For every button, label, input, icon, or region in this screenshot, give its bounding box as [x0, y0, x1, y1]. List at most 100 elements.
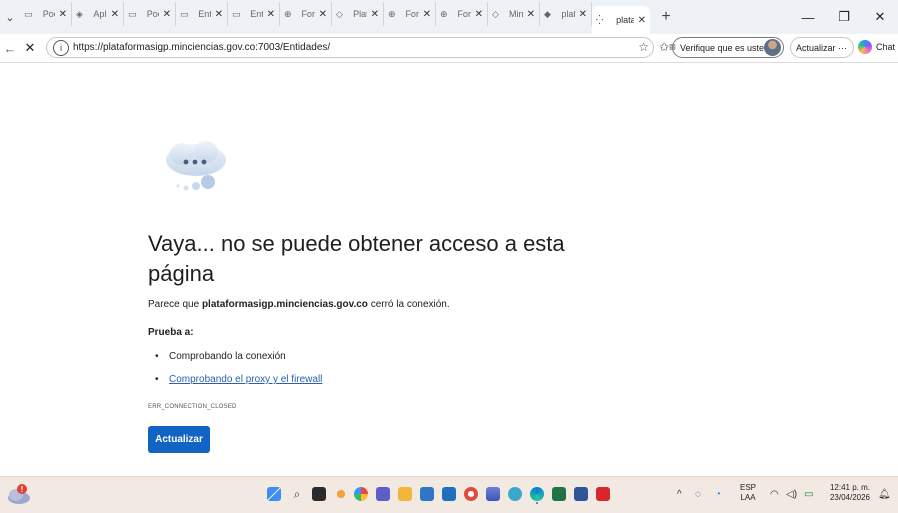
tab-actions-menu[interactable]: ⌄	[0, 11, 20, 24]
tab-1[interactable]: ◈app-iconAplic ✕	[72, 2, 124, 26]
excel-icon[interactable]	[552, 487, 566, 501]
tab-favicon-glyph: ⊕	[388, 8, 396, 19]
language-indicator[interactable]: ESP LAA	[740, 483, 756, 503]
tray-sync-icon[interactable]: ◔	[715, 489, 721, 500]
error-code: ERR_CONNECTION_CLOSED	[148, 404, 237, 410]
battery-icon[interactable]: ▭	[804, 489, 813, 500]
suggestion-check-connection: Comprobando la conexión	[169, 351, 286, 362]
favorite-star-icon[interactable]: ☆	[638, 40, 649, 54]
loading-icon: loading-icon	[603, 15, 613, 26]
tab-favicon: ⊕	[440, 9, 448, 20]
browser-icon[interactable]	[464, 487, 478, 501]
desc-host: plataformasigp.minciencias.gov.co	[201, 299, 368, 310]
wifi-icon[interactable]: ◠	[770, 489, 779, 500]
edge-icon[interactable]	[530, 487, 544, 501]
tab-favicon: ▭	[24, 9, 33, 20]
tab-favicon-glyph: ▭	[232, 8, 241, 19]
weather-alert-text: !	[21, 485, 24, 494]
store-icon[interactable]	[420, 487, 434, 501]
tab-close-icon[interactable]: ✕	[163, 9, 171, 20]
bullet: •	[155, 351, 159, 362]
widgets-icon[interactable]	[334, 487, 348, 501]
tab-close-icon[interactable]: ✕	[527, 9, 535, 20]
thinking-cloud-icon	[166, 141, 226, 191]
page-icon: page-icon	[241, 9, 248, 20]
address-bar[interactable]: i https://plataformasigp.minciencias.gov…	[46, 37, 654, 58]
mail-icon[interactable]	[486, 487, 500, 501]
word-icon[interactable]	[574, 487, 588, 501]
update-label: Actualizar ···	[796, 42, 848, 53]
volume-icon[interactable]: ◁)	[786, 489, 797, 500]
tab-close-icon[interactable]: ✕	[371, 9, 379, 20]
tab-8[interactable]: ⊕globe-iconForm ✕	[436, 2, 488, 26]
tab-0[interactable]: ▭page-iconPool ✕	[20, 2, 72, 26]
tab-5[interactable]: ⊕globe-iconForm ✕	[280, 2, 332, 26]
app-icon[interactable]	[508, 487, 522, 501]
acrobat-icon[interactable]	[596, 487, 610, 501]
clock[interactable]: 12:41 p. m. 23/04/2026	[822, 483, 870, 503]
tab-4[interactable]: ▭page-iconEntid ✕	[228, 2, 280, 26]
start-menu-icon[interactable]	[267, 487, 281, 501]
minimize-button[interactable]: —	[790, 0, 826, 34]
tab-favicon-glyph: ⊕	[284, 8, 292, 19]
tab-close-icon[interactable]: ✕	[319, 9, 327, 20]
teams-icon[interactable]	[376, 487, 390, 501]
globe-icon: globe-icon	[448, 9, 455, 20]
stop-loading-button[interactable]: ✕	[20, 40, 40, 56]
notifications-icon[interactable]: 🔔︎	[878, 489, 891, 500]
search-icon[interactable]: ⌕	[290, 487, 304, 501]
tray-app-icon[interactable]: ◌	[695, 489, 701, 500]
url-text[interactable]: https://plataformasigp.minciencias.gov.c…	[73, 42, 330, 53]
tab-title: plata	[561, 9, 574, 19]
try-label: Prueba a:	[148, 327, 194, 338]
tab-close-icon[interactable]: ✕	[215, 9, 223, 20]
page-icon: page-icon	[33, 9, 40, 20]
weather-widget-icon[interactable]: !	[6, 483, 32, 505]
tab-close-icon[interactable]: ✕	[111, 9, 119, 20]
tab-title: Form	[457, 9, 471, 19]
tab-close-icon[interactable]: ✕	[579, 9, 587, 20]
new-tab-button[interactable]: +	[654, 8, 678, 26]
tab-favicon-glyph: ◈	[76, 8, 83, 19]
suggestion-item: • Comprobando la conexión	[155, 351, 286, 362]
copilot-icon	[858, 40, 872, 54]
desc-prefix: Parece que	[148, 299, 202, 310]
app-icon: app-icon	[83, 9, 90, 20]
tab-6[interactable]: ◇shield-iconPlata ✕	[332, 2, 384, 26]
tray-chevron-icon[interactable]: ^	[677, 489, 682, 500]
tab-9[interactable]: ◇shield-iconMinci ✕	[488, 2, 540, 26]
update-browser-button[interactable]: Actualizar ···	[790, 37, 854, 58]
copilot-chat-button[interactable]: Chat	[858, 40, 895, 54]
restore-button[interactable]: ❐	[826, 0, 862, 34]
tab-close-icon[interactable]: ✕	[423, 9, 431, 20]
tab-favicon: ⁛	[596, 15, 603, 26]
verify-identity-button[interactable]: Verifique que es usted	[672, 37, 784, 58]
chevron-down-icon: ⌄	[5, 11, 15, 24]
info-icon[interactable]: i	[53, 39, 69, 56]
tab-title: Entid	[250, 9, 262, 19]
chrome-icon[interactable]	[354, 487, 368, 501]
suggestion-check-proxy-link[interactable]: Comprobando el proxy y el firewall	[169, 374, 322, 385]
file-explorer-icon[interactable]	[398, 487, 412, 501]
tab-7[interactable]: ⊕globe-iconForm ✕	[384, 2, 436, 26]
verify-label: Verifique que es usted	[680, 42, 770, 53]
reload-button[interactable]: Actualizar	[148, 426, 210, 453]
close-window-button[interactable]: ✕	[862, 0, 898, 34]
shield-icon: shield-icon	[499, 9, 506, 20]
outlook-icon[interactable]	[442, 487, 456, 501]
paint-icon: paint-icon	[551, 9, 558, 20]
tab-favicon: ⊕	[388, 9, 396, 20]
tab-close-icon[interactable]: ✕	[59, 9, 67, 20]
tab-2[interactable]: ▭page-iconPool ✕	[124, 2, 176, 26]
tab-3[interactable]: ▭page-iconEntid ✕	[176, 2, 228, 26]
tab-close-icon[interactable]: ✕	[638, 15, 646, 26]
tab-favicon: ▭	[128, 9, 137, 20]
tab-close-icon[interactable]: ✕	[267, 9, 275, 20]
tab-11[interactable]: ⁛loading-iconplata ✕	[592, 6, 650, 34]
tab-close-icon[interactable]: ✕	[475, 9, 483, 20]
tab-10[interactable]: ◆paint-iconplata ✕	[540, 2, 592, 26]
tab-favicon-glyph: ⊕	[440, 8, 448, 19]
error-description: Parece que plataformasigp.minciencias.go…	[148, 299, 450, 310]
task-view-icon[interactable]	[312, 487, 326, 501]
back-button[interactable]: ←	[0, 41, 20, 56]
